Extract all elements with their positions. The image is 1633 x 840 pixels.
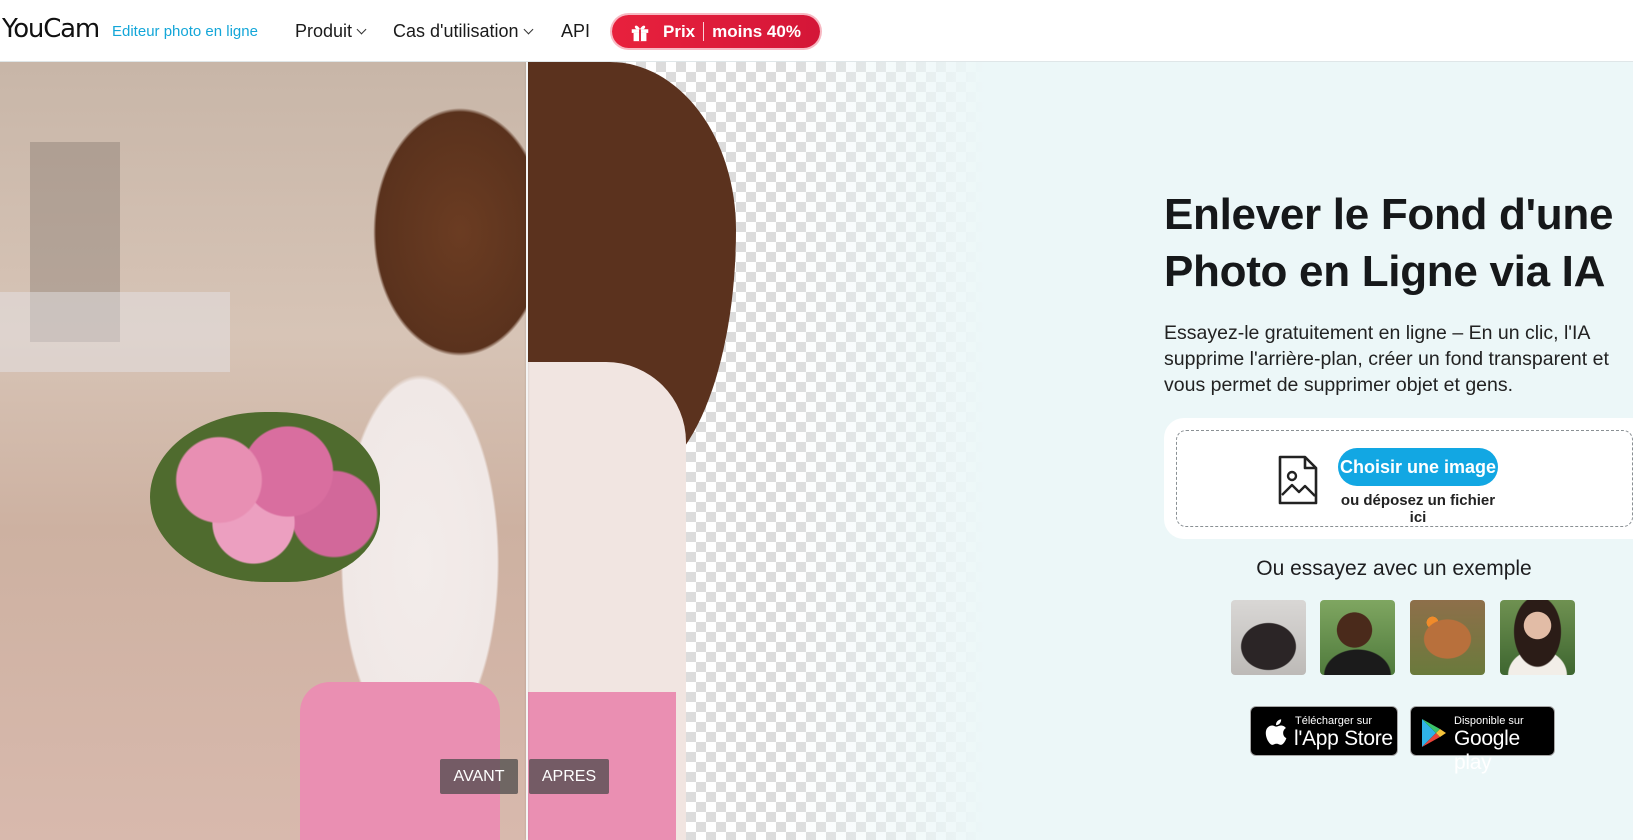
app-store-small-text: Télécharger sur — [1295, 715, 1373, 727]
apple-icon — [1265, 719, 1287, 745]
promo-separator — [703, 22, 705, 41]
promo-button[interactable]: Prix moins 40% — [612, 15, 820, 48]
page-title: Enlever le Fond d'une Photo en Ligne via… — [1164, 190, 1614, 296]
after-label: APRES — [529, 759, 609, 794]
choose-image-button[interactable]: Choisir une image — [1338, 448, 1498, 486]
gift-icon — [631, 25, 649, 41]
after-photo-transparent — [526, 62, 986, 840]
drop-file-text: ou déposez un fichier ici — [1340, 492, 1496, 526]
top-nav: YouCam Editeur photo en ligne Produit Ca… — [0, 0, 1633, 62]
examples-title: Ou essayez avec un exemple — [1256, 557, 1532, 580]
nav-cas-label: Cas d'utilisation — [393, 21, 519, 41]
example-thumb-woman[interactable] — [1500, 600, 1575, 675]
google-play-big-text: Google play — [1454, 727, 1520, 774]
before-photo — [0, 62, 526, 840]
before-background-balcony — [0, 292, 230, 372]
google-play-icon — [1422, 719, 1446, 747]
before-after-slider-handle[interactable] — [526, 62, 528, 840]
chevron-down-icon — [356, 24, 367, 35]
nav-produit[interactable]: Produit — [295, 21, 367, 42]
nav-produit-label: Produit — [295, 21, 353, 41]
after-photo-fade — [786, 62, 986, 840]
example-thumb-handbag[interactable] — [1231, 600, 1306, 675]
before-flower-bouquet — [150, 412, 380, 582]
nav-api[interactable]: API — [561, 21, 590, 42]
nav-api-label: API — [561, 21, 591, 41]
google-play-button[interactable]: Disponible sur Google play — [1410, 706, 1555, 774]
app-store-big-text: l'App Store — [1294, 727, 1393, 750]
google-play-small-text: Disponible sur — [1454, 715, 1524, 727]
hero-section: AVANT APRES Enlever le Fond d'une Photo … — [0, 62, 1633, 840]
before-label: AVANT — [440, 759, 518, 794]
image-file-icon — [1278, 455, 1318, 505]
example-thumb-man[interactable] — [1320, 600, 1395, 675]
promo-label-discount: moins 40% — [712, 21, 801, 41]
youcam-logo[interactable]: YouCam — [2, 14, 100, 44]
app-store-button[interactable]: Télécharger sur l'App Store — [1250, 706, 1398, 756]
promo-label-prix: Prix — [663, 21, 696, 41]
chevron-down-icon — [523, 24, 533, 35]
logo-tagline[interactable]: Editeur photo en ligne — [112, 23, 258, 40]
example-thumb-dog[interactable] — [1410, 600, 1485, 675]
page-subtitle: Essayez-le gratuitement en ligne – En un… — [1164, 322, 1609, 396]
nav-cas-utilisation[interactable]: Cas d'utilisation — [393, 21, 533, 42]
